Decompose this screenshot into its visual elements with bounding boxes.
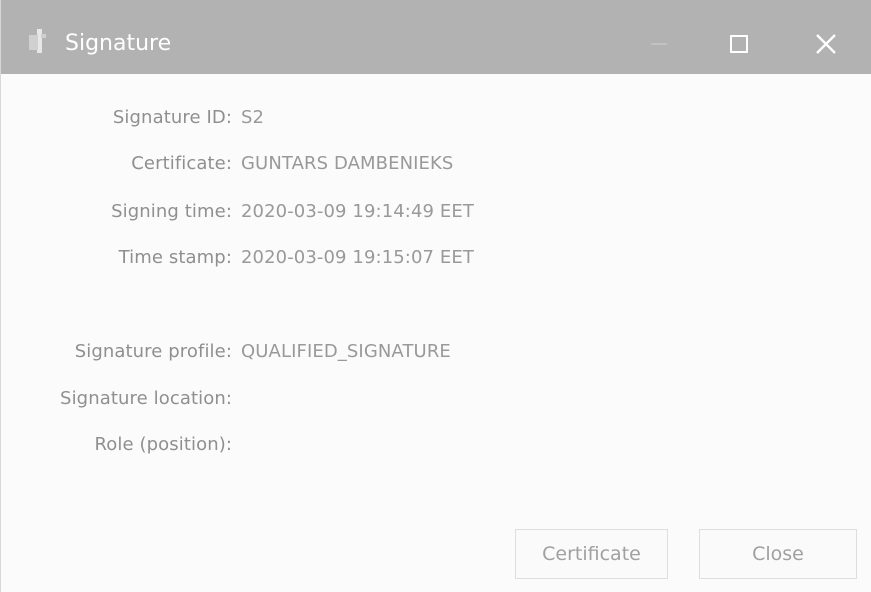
minimize-icon xyxy=(651,43,667,45)
signature-dialog: Signature Signature ID: S2 Certificate: … xyxy=(0,0,871,592)
signature-location-label: Signature location: xyxy=(60,388,232,409)
signature-id-label: Signature ID: xyxy=(112,107,232,128)
minimize-button[interactable] xyxy=(629,20,689,68)
window-title: Signature xyxy=(65,31,172,56)
signing-time-value: 2020-03-09 19:14:49 EET xyxy=(241,201,474,222)
signature-profile-label: Signature profile: xyxy=(74,341,232,362)
time-stamp-value: 2020-03-09 19:15:07 EET xyxy=(241,247,474,268)
close-icon xyxy=(816,34,836,54)
maximize-icon xyxy=(730,35,748,53)
certificate-value: GUNTARS DAMBENIEKS xyxy=(241,153,454,174)
title-bar[interactable]: Signature xyxy=(1,0,871,74)
role-position-label: Role (position): xyxy=(94,434,232,455)
time-stamp-label: Time stamp: xyxy=(118,247,232,268)
maximize-button[interactable] xyxy=(709,20,769,68)
signature-app-icon xyxy=(29,29,47,53)
certificate-button[interactable]: Certificate xyxy=(515,529,668,579)
signature-id-value: S2 xyxy=(241,107,265,128)
certificate-label: Certificate: xyxy=(131,153,232,174)
signature-profile-value: QUALIFIED_SIGNATURE xyxy=(241,341,451,362)
close-window-button[interactable] xyxy=(796,20,856,68)
signing-time-label: Signing time: xyxy=(111,201,232,222)
close-button[interactable]: Close xyxy=(699,529,857,579)
